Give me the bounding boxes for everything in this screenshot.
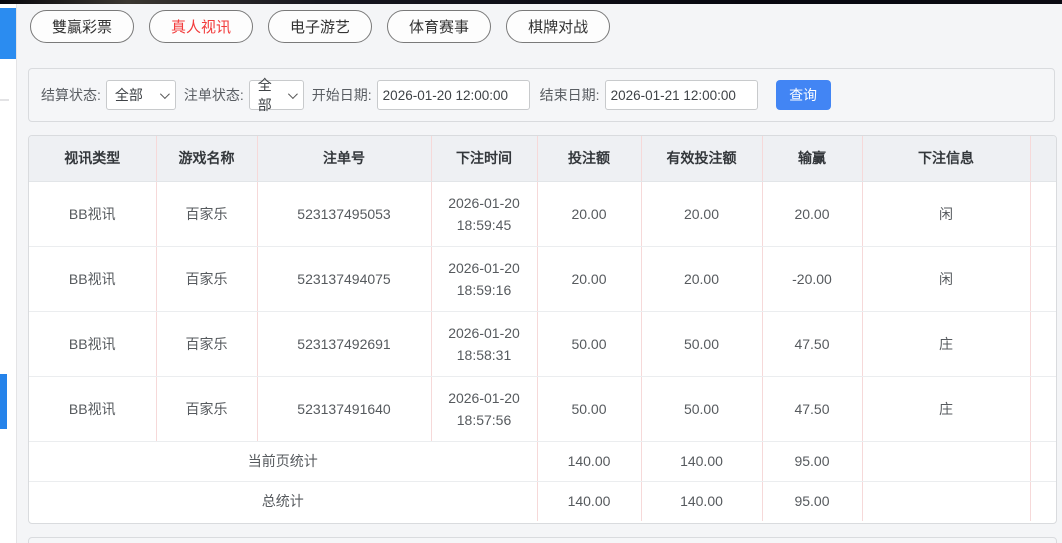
summary-valid-bet-amount: 140.00 xyxy=(641,481,763,521)
header-valid-bet-amount: 有效投注额 xyxy=(641,136,763,182)
end-date-label: 结束日期: xyxy=(539,87,600,103)
cell-video-type: BB视讯 xyxy=(29,181,157,247)
cell-bet-time: 2026-01-20 18:58:31 xyxy=(431,311,538,377)
order-status-select[interactable]: 全部 xyxy=(248,77,304,113)
table-row: BB视讯 百家乐 523137494075 2026-01-20 18:59:1… xyxy=(29,246,1056,312)
order-status-value: 全部 xyxy=(257,77,272,113)
next-panel-edge xyxy=(28,537,1057,543)
settle-status-select[interactable]: 全部 xyxy=(105,80,176,110)
tab-live-video[interactable]: 真人视讯 xyxy=(149,10,254,43)
cell-bet-id: 523137492691 xyxy=(257,311,432,377)
cell-game-name: 百家乐 xyxy=(156,311,258,377)
top-dark-bar xyxy=(0,0,1062,4)
chevron-down-icon xyxy=(159,88,170,99)
cell-win-loss: 20.00 xyxy=(762,181,863,247)
cell-gutter xyxy=(1030,441,1056,482)
table-row: BB视讯 百家乐 523137495053 2026-01-20 18:59:4… xyxy=(29,181,1056,247)
cell-gutter xyxy=(1030,246,1056,312)
filter-bar: 结算状态: 全部 注单状态: 全部 开始日期: 结束日期: 查询 xyxy=(28,68,1055,122)
table-header-row: 视讯类型 游戏名称 注单号 下注时间 投注额 有效投注额 输赢 下注信息 xyxy=(29,136,1056,182)
category-tabs: 雙贏彩票 真人视讯 电子游艺 体育赛事 棋牌对战 xyxy=(30,10,611,43)
cell-bet-info: 闲 xyxy=(862,181,1031,247)
tab-sports[interactable]: 体育赛事 xyxy=(387,10,492,43)
total-summary-row: 总统计 140.00 140.00 95.00 xyxy=(29,481,1056,521)
cell-video-type: BB视讯 xyxy=(29,246,157,312)
cell-win-loss: -20.00 xyxy=(762,246,863,312)
summary-bet-info-empty xyxy=(862,481,1031,521)
cell-gutter xyxy=(1030,481,1056,521)
summary-win-loss: 95.00 xyxy=(762,481,863,521)
bet-records-table-panel: 视讯类型 游戏名称 注单号 下注时间 投注额 有效投注额 输赢 下注信息 BB视… xyxy=(28,135,1057,524)
summary-bet-info-empty xyxy=(862,441,1031,482)
header-win-loss: 输赢 xyxy=(762,136,863,182)
cell-game-name: 百家乐 xyxy=(156,181,258,247)
table-row: BB视讯 百家乐 523137492691 2026-01-20 18:58:3… xyxy=(29,311,1056,377)
cell-bet-amount: 20.00 xyxy=(537,246,642,312)
start-date-input[interactable] xyxy=(376,80,530,110)
summary-win-loss: 95.00 xyxy=(762,441,863,482)
cell-valid-bet-amount: 50.00 xyxy=(641,311,763,377)
cell-gutter xyxy=(1030,311,1056,377)
bet-records-table: 视讯类型 游戏名称 注单号 下注时间 投注额 有效投注额 输赢 下注信息 BB视… xyxy=(29,136,1056,521)
total-summary-label: 总统计 xyxy=(29,481,538,521)
search-button[interactable]: 查询 xyxy=(775,80,831,110)
cell-win-loss: 47.50 xyxy=(762,376,863,442)
cell-game-name: 百家乐 xyxy=(156,246,258,312)
summary-bet-amount: 140.00 xyxy=(537,481,642,521)
cell-bet-amount: 50.00 xyxy=(537,311,642,377)
header-game-name: 游戏名称 xyxy=(156,136,258,182)
cell-bet-amount: 50.00 xyxy=(537,376,642,442)
end-date-input[interactable] xyxy=(604,80,758,110)
current-page-summary-label: 当前页统计 xyxy=(29,441,538,482)
cell-bet-info: 庄 xyxy=(862,376,1031,442)
header-video-type: 视讯类型 xyxy=(29,136,157,182)
left-sidebar-strip xyxy=(0,4,17,543)
summary-bet-amount: 140.00 xyxy=(537,441,642,482)
cell-bet-amount: 20.00 xyxy=(537,181,642,247)
settle-status-label: 结算状态: xyxy=(41,87,101,103)
cell-gutter xyxy=(1030,181,1056,247)
header-gutter xyxy=(1030,136,1056,182)
cell-valid-bet-amount: 20.00 xyxy=(641,181,763,247)
header-bet-id: 注单号 xyxy=(257,136,432,182)
cell-bet-id: 523137495053 xyxy=(257,181,432,247)
table-row: BB视讯 百家乐 523137491640 2026-01-20 18:57:5… xyxy=(29,376,1056,442)
cell-valid-bet-amount: 20.00 xyxy=(641,246,763,312)
header-bet-amount: 投注额 xyxy=(537,136,642,182)
order-status-label: 注单状态: xyxy=(183,87,244,103)
cell-bet-id: 523137491640 xyxy=(257,376,432,442)
cell-bet-info: 闲 xyxy=(862,246,1031,312)
cell-bet-id: 523137494075 xyxy=(257,246,432,312)
tab-board-games[interactable]: 棋牌对战 xyxy=(506,10,611,43)
cell-video-type: BB视讯 xyxy=(29,311,157,377)
sidebar-blue-logo-fragment xyxy=(0,8,16,59)
cell-bet-time: 2026-01-20 18:59:45 xyxy=(431,181,538,247)
cell-video-type: BB视讯 xyxy=(29,376,157,442)
tab-electronic-games[interactable]: 电子游艺 xyxy=(268,10,373,43)
cell-game-name: 百家乐 xyxy=(156,376,258,442)
cell-bet-time: 2026-01-20 18:59:16 xyxy=(431,246,538,312)
sidebar-active-indicator-bar xyxy=(0,374,7,429)
cell-win-loss: 47.50 xyxy=(762,311,863,377)
summary-valid-bet-amount: 140.00 xyxy=(641,441,763,482)
current-page-summary-row: 当前页统计 140.00 140.00 95.00 xyxy=(29,441,1056,482)
cell-valid-bet-amount: 50.00 xyxy=(641,376,763,442)
start-date-label: 开始日期: xyxy=(311,87,372,103)
tab-lottery[interactable]: 雙贏彩票 xyxy=(30,10,135,43)
cell-bet-info: 庄 xyxy=(862,311,1031,377)
sidebar-divider xyxy=(0,99,9,101)
header-bet-time: 下注时间 xyxy=(431,136,538,182)
chevron-down-icon xyxy=(287,88,298,99)
header-bet-info: 下注信息 xyxy=(862,136,1031,182)
settle-status-value: 全部 xyxy=(114,87,143,103)
cell-bet-time: 2026-01-20 18:57:56 xyxy=(431,376,538,442)
cell-gutter xyxy=(1030,376,1056,442)
